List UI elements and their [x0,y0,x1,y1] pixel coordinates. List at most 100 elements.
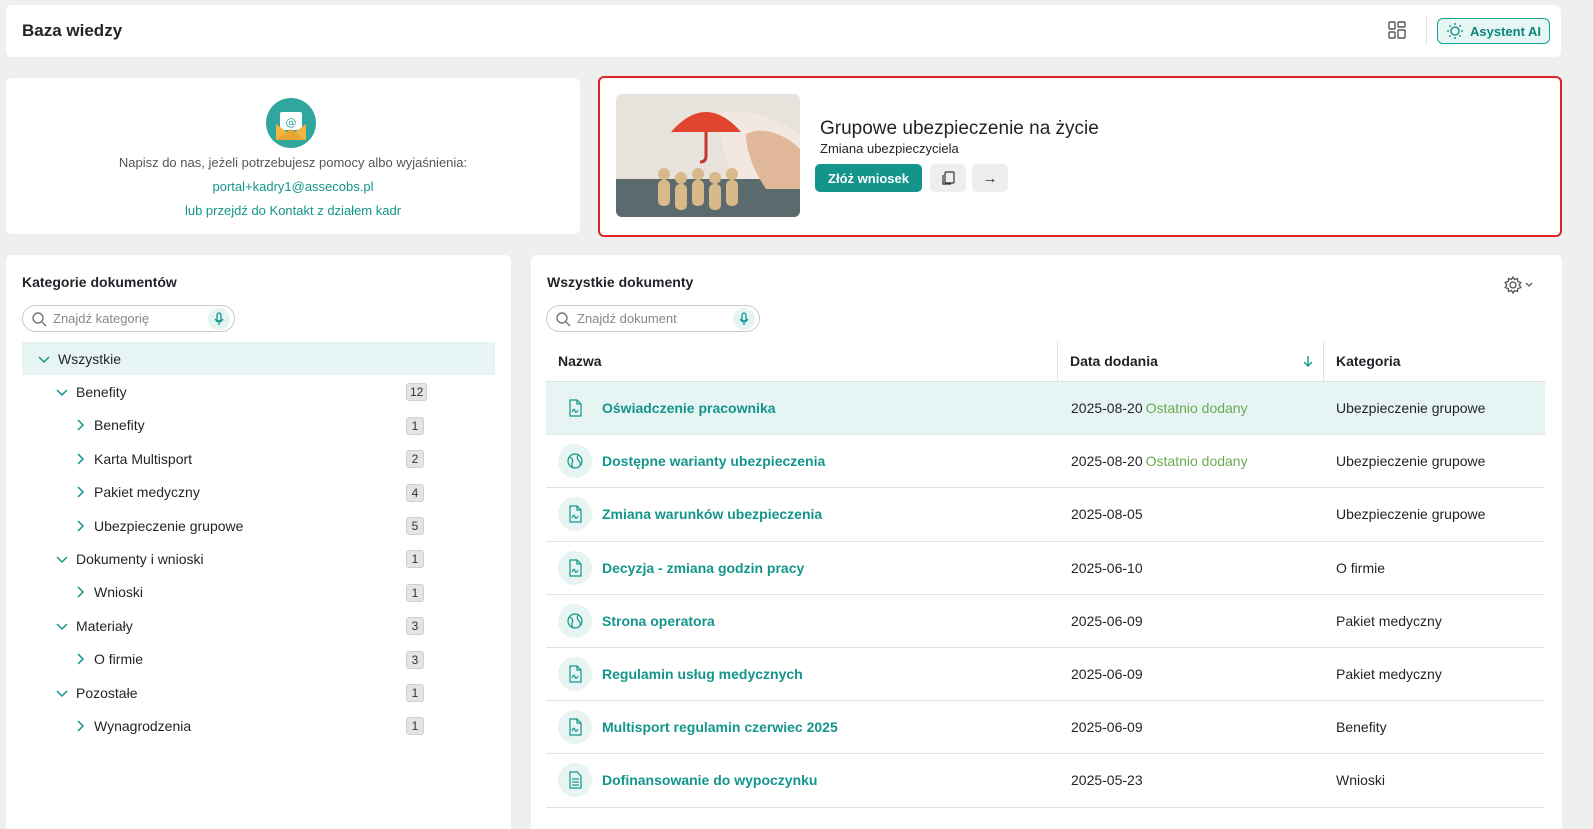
cell-category: O firmie [1336,559,1385,576]
cell-name: Dofinansowanie do wypoczynku [546,763,1058,798]
category-item[interactable]: Pozostałe 1 [22,676,495,709]
feature-title: Grupowe ubezpieczenie na życie [820,118,1099,139]
category-label: Materiały [76,617,133,634]
category-label: Benefity [76,384,127,401]
category-count-badge: 4 [406,483,424,502]
category-label: Pakiet medyczny [94,484,200,501]
category-count-badge: 3 [406,650,424,669]
category-item[interactable]: Wynagrodzenia 1 [22,709,495,742]
document-search-input[interactable] [577,311,717,326]
document-link[interactable]: Regulamin usług medycznych [602,666,803,682]
category-label: Pozostałe [76,684,138,701]
category-tree: Wszystkie Benefity 12 Benefity 1 Karta Multis… [22,342,495,743]
cell-date: 2025-06-09 [1058,719,1324,735]
copy-icon [942,171,955,185]
cell-date: 2025-08-05 [1058,506,1324,522]
document-link[interactable]: Multisport regulamin czerwiec 2025 [602,719,838,735]
category-item[interactable]: Wszystkie [22,342,495,376]
category-label: Wynagrodzenia [94,717,192,734]
category-count-badge: 5 [406,516,424,535]
column-header-category[interactable]: Kategoria [1324,341,1545,382]
document-link[interactable]: Oświadczenie pracownika [602,400,776,416]
category-item[interactable]: Ubezpieczenie grupowe 5 [22,509,495,542]
cell-name: Strona operatora [546,603,1058,638]
category-label: Wnioski [94,584,144,601]
globe-link-icon [558,603,592,638]
category-count-badge: 3 [406,617,424,636]
date-value: 2025-08-20 [1071,400,1143,417]
date-value: 2025-05-23 [1071,772,1143,789]
feature-subtitle: Zmiana ubezpieczyciela [820,141,959,156]
chevron-down-icon[interactable] [54,618,70,634]
document-voice-search-button[interactable] [733,308,755,330]
page-title: Baza wiedzy [22,21,123,40]
chevron-right-icon[interactable] [72,417,88,433]
table-row[interactable]: Dostępne warianty ubezpieczenia 2025-08-2… [546,435,1545,489]
column-header-date-label: Data dodania [1070,353,1158,369]
next-button[interactable]: → [972,164,1008,192]
microphone-icon [214,312,224,325]
categories-title: Kategorie dokumentów [22,274,177,290]
column-header-name[interactable]: Nazwa [546,340,1058,382]
category-item[interactable]: Dokumenty i wnioski 1 [22,542,495,575]
table-row[interactable]: Oświadczenie pracownika 2025-08-20 Ostatni… [546,382,1545,436]
ai-assistant-button[interactable]: Asystent AI [1437,18,1550,44]
category-count-badge: 2 [406,450,424,469]
document-link[interactable]: Zmiana warunków ubezpieczenia [602,506,822,522]
category-item[interactable]: Pakiet medyczny 4 [22,476,495,509]
apply-button[interactable]: Złóż wniosek [815,164,922,192]
category-search-input[interactable] [53,311,193,326]
document-link[interactable]: Dostępne warianty ubezpieczenia [602,453,825,469]
column-header-date[interactable]: Data dodania [1058,340,1324,382]
document-link[interactable]: Dofinansowanie do wypoczynku [602,772,817,788]
table-row[interactable]: Zmiana warunków ubezpieczenia 2025-08-05 U… [546,488,1545,542]
contact-email-link[interactable]: portal+kadry1@assecobs.pl [6,179,580,194]
sort-arrow-down-icon[interactable] [1301,354,1315,368]
chevron-down-icon[interactable] [54,685,70,701]
layout-grid-button[interactable] [1386,19,1408,41]
table-settings-button[interactable] [1503,275,1537,295]
category-item[interactable]: O firmie 3 [22,643,495,676]
category-voice-search-button[interactable] [208,308,230,330]
chevron-right-icon[interactable] [72,718,88,734]
chevron-right-icon[interactable] [72,518,88,534]
cell-category: Ubezpieczenie grupowe [1336,400,1486,417]
copy-button[interactable] [930,164,966,192]
category-item[interactable]: Benefity 12 [22,375,495,408]
category-item[interactable]: Karta Multisport 2 [22,442,495,475]
category-count-badge: 1 [406,683,424,702]
cell-date: 2025-06-09 [1058,613,1324,629]
categories-panel: Kategorie dokumentów WszystkieBenefity12… [6,255,511,829]
category-item[interactable]: Materiały 3 [22,609,495,642]
grid-icon [1388,21,1406,39]
chevron-down-icon[interactable] [36,351,52,367]
chevron-right-icon[interactable] [72,451,88,467]
envelope-icon: @ [266,98,316,148]
table-row[interactable]: Dofinansowanie do wypoczynku 2025-05-23 Wn… [546,754,1545,808]
table-row[interactable]: Multisport regulamin czerwiec 2025 2025-0… [546,701,1545,755]
cell-date: 2025-05-23 [1058,772,1324,788]
table-row[interactable]: Strona operatora 2025-06-09 Pakiet medyczn… [546,595,1545,648]
date-value: 2025-06-09 [1071,612,1143,629]
chevron-down-icon[interactable] [54,551,70,567]
table-row[interactable]: Decyzja - zmiana godzin pracy 2025-06-10 O… [546,542,1545,595]
contact-hr-link[interactable]: lub przejdź do Kontakt z działem kadr [6,203,580,218]
feature-image [616,94,800,217]
document-search [546,305,760,332]
cell-category: Ubezpieczenie grupowe [1336,506,1486,523]
chevron-right-icon[interactable] [72,584,88,600]
chevron-down-icon[interactable] [54,384,70,400]
chevron-right-icon[interactable] [72,651,88,667]
category-item[interactable]: Benefity 1 [22,409,495,442]
category-count-badge: 1 [406,416,424,435]
document-link[interactable]: Decyzja - zmiana godzin pracy [602,560,804,576]
cell-date: 2025-08-20 Ostatnio dodany [1058,400,1324,416]
chevron-right-icon[interactable] [72,484,88,500]
cell-name: Regulamin usług medycznych [546,657,1058,692]
category-item[interactable]: Wnioski 1 [22,576,495,609]
contact-panel: @ Napisz do nas, jeżeli potrzebujesz pom… [6,78,580,234]
pdf-document-icon [558,657,592,692]
cell-category: Benefity [1336,719,1387,736]
table-row[interactable]: Regulamin usług medycznych 2025-06-09 Paki… [546,648,1545,702]
document-link[interactable]: Strona operatora [602,613,715,629]
